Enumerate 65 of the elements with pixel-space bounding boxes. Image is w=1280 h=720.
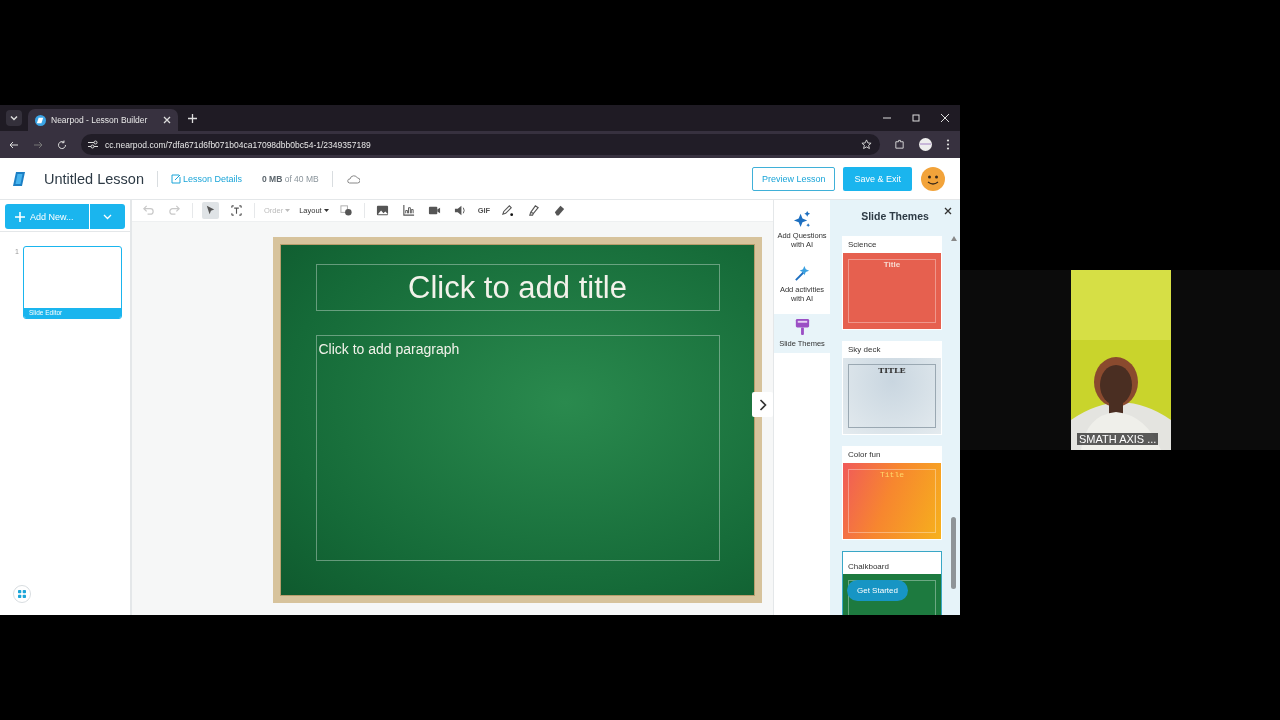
reload-icon[interactable] — [57, 139, 67, 150]
close-icon[interactable] — [944, 207, 952, 215]
speaker-icon — [453, 204, 467, 217]
extensions-icon[interactable] — [894, 139, 905, 150]
panel-title: Slide Themes — [861, 210, 929, 222]
thumbnail-title: Title — [880, 470, 904, 481]
expand-panel-button[interactable] — [752, 392, 773, 417]
logo-icon[interactable] — [12, 170, 26, 187]
cloud-saved-icon — [345, 173, 360, 184]
pencil-icon — [501, 204, 515, 217]
text-box-tool[interactable] — [228, 202, 245, 219]
theme-name: Color fun — [847, 449, 882, 461]
tab-title: Nearpod - Lesson Builder — [51, 115, 149, 125]
theme-card[interactable]: Sky deck TITLE — [842, 341, 942, 435]
browser-tab[interactable]: Nearpod - Lesson Builder — [28, 109, 178, 131]
favicon-icon — [35, 114, 46, 126]
shape-icon — [339, 204, 353, 217]
eraser-icon — [553, 204, 567, 217]
theme-card[interactable]: Color fun Title — [842, 446, 942, 540]
pointer-tool[interactable] — [202, 202, 219, 219]
storage-usage: 0 MB of 40 MB — [262, 173, 319, 184]
edit-icon — [170, 173, 181, 184]
back-icon[interactable] — [9, 139, 19, 150]
text-box-icon — [230, 204, 243, 217]
tab-search-button[interactable] — [6, 110, 22, 126]
video-camera-icon — [427, 204, 441, 217]
forward-icon[interactable] — [33, 139, 43, 150]
caret-icon — [103, 213, 112, 220]
undo-icon — [142, 204, 155, 217]
pointer-icon — [204, 204, 217, 217]
bookmark-star-icon[interactable] — [861, 139, 872, 150]
plus-icon — [15, 211, 25, 222]
apps-grid-icon[interactable] — [13, 585, 31, 603]
caret-icon — [285, 209, 291, 212]
paragraph-placeholder[interactable]: Click to add paragraph — [315, 335, 720, 561]
shape-tool[interactable] — [337, 202, 355, 219]
restore-icon[interactable] — [911, 113, 921, 123]
site-settings-icon[interactable] — [88, 140, 98, 149]
new-tab-icon[interactable] — [188, 113, 197, 123]
highlighter-icon — [527, 204, 541, 217]
theme-name: Sky deck — [847, 344, 882, 356]
theme-name: Science — [847, 239, 878, 251]
caret-icon — [323, 209, 329, 212]
redo-icon — [168, 204, 181, 217]
participant-name: SMATH AXIS ... — [1077, 433, 1159, 445]
scroll-up-arrow-icon[interactable] — [950, 236, 957, 241]
paint-roller-icon — [793, 317, 811, 336]
sparkle-icon — [793, 210, 811, 228]
caret-icon — [9, 113, 19, 123]
magic-wand-icon — [793, 263, 811, 282]
chevron-right-icon — [758, 398, 767, 411]
profile-avatar-icon[interactable] — [919, 138, 932, 151]
lesson-title[interactable]: Untitled Lesson — [44, 170, 144, 187]
chart-icon — [401, 204, 415, 217]
theme-card[interactable]: Science Title — [842, 236, 942, 330]
thumbnail-title: Title — [883, 260, 901, 271]
user-avatar-icon[interactable] — [921, 166, 945, 191]
browser-menu-icon[interactable] — [946, 139, 950, 150]
title-placeholder[interactable]: Click to add title — [315, 264, 720, 311]
chalkboard-slide[interactable]: Click to add title Click to add paragraph — [273, 237, 762, 603]
image-icon — [375, 204, 389, 217]
thumbnail-title: TITLE — [878, 365, 906, 377]
address-bar[interactable]: cc.nearpod.com/7dfa671d6fb071b04ca17098dbb0bc54-1/2349357189 — [81, 134, 880, 155]
close-tab-icon[interactable] — [163, 116, 171, 124]
theme-name: Chalkboard — [847, 561, 890, 573]
